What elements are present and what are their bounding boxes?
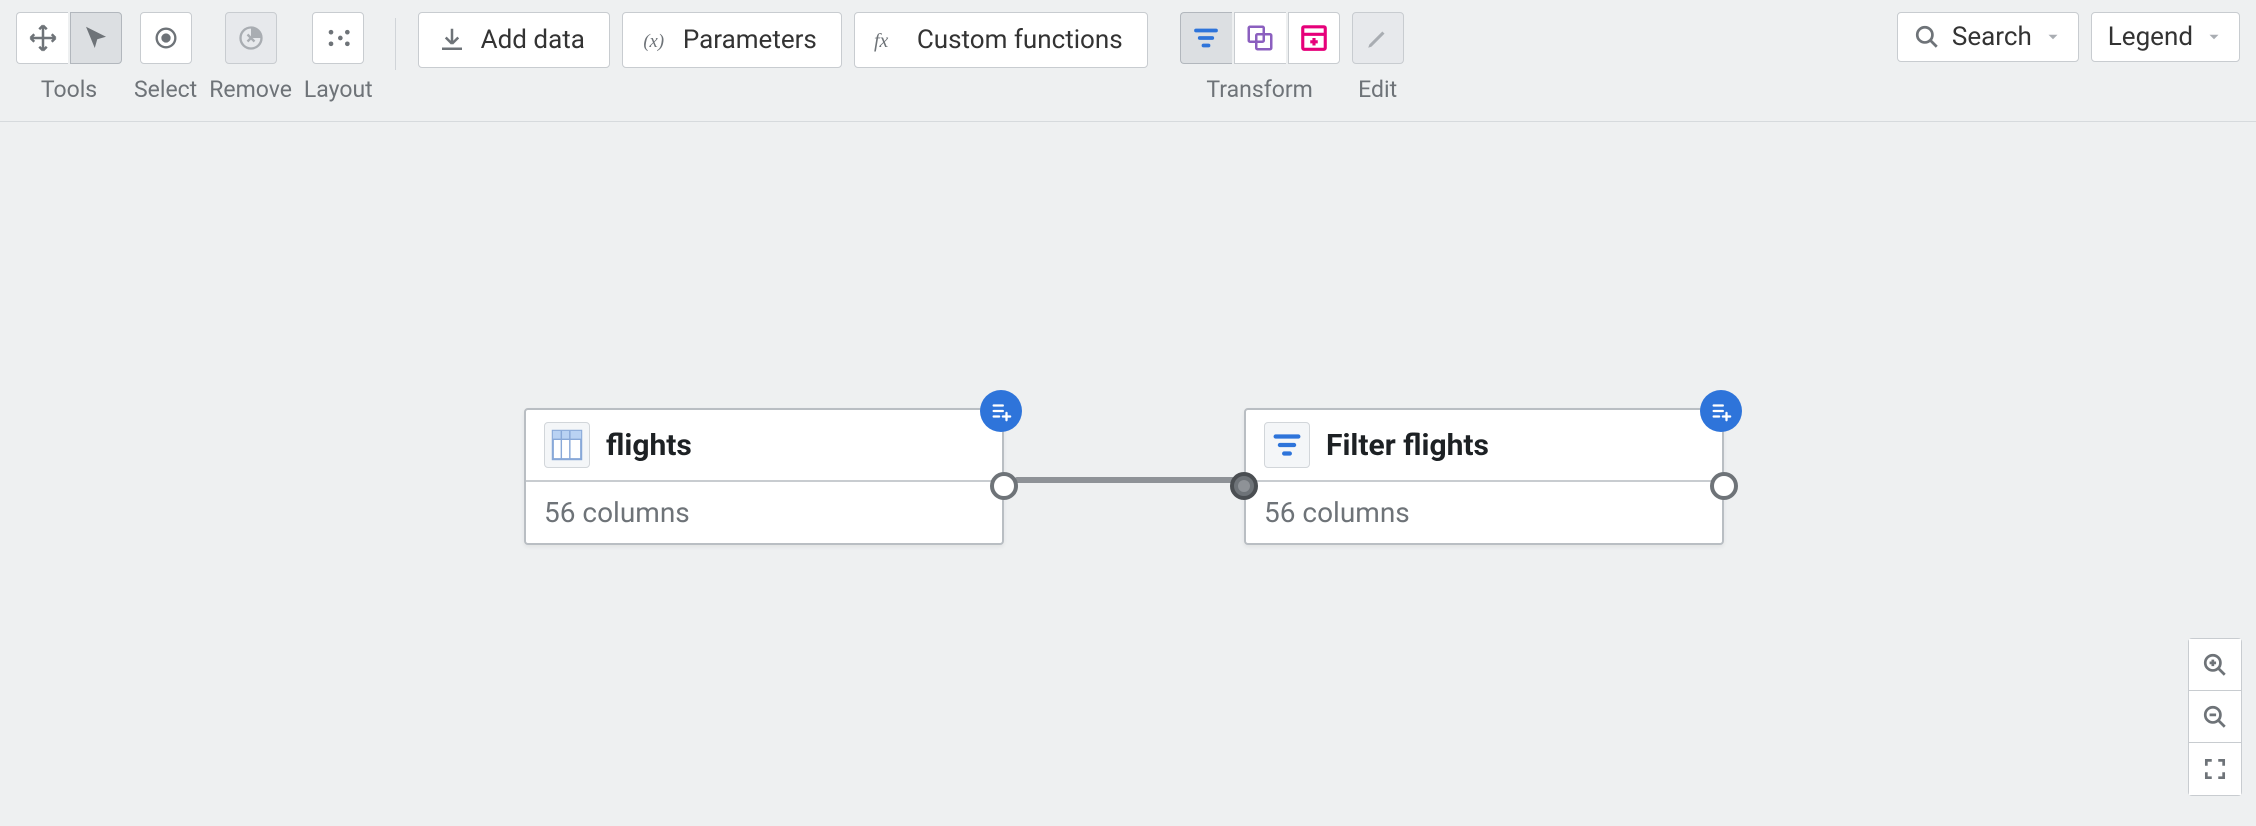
zoom-out-icon — [2202, 704, 2228, 730]
remove-label: Remove — [209, 76, 292, 103]
filter-icon — [1191, 23, 1221, 53]
node-flights-badge[interactable] — [980, 390, 1022, 432]
parameters-icon: (x) — [641, 26, 669, 54]
canvas[interactable]: flights 56 columns Filter flights 56 col… — [0, 122, 2256, 826]
zoom-controls — [2188, 638, 2242, 796]
custom-functions-button[interactable]: fx Custom functions — [854, 12, 1148, 68]
node-filter-flights-badge[interactable] — [1700, 390, 1742, 432]
edit-button[interactable] — [1352, 12, 1404, 64]
edit-label: Edit — [1358, 76, 1397, 103]
download-icon — [437, 25, 467, 55]
target-icon — [152, 24, 180, 52]
remove-button[interactable] — [225, 12, 277, 64]
remove-icon — [237, 24, 265, 52]
zoom-fit-button[interactable] — [2189, 743, 2241, 795]
pointer-tool-button[interactable] — [70, 12, 122, 64]
zoom-out-button[interactable] — [2189, 691, 2241, 743]
select-label: Select — [134, 76, 197, 103]
divider — [395, 18, 396, 70]
node-filter-flights-input-port[interactable] — [1230, 472, 1258, 500]
node-flights[interactable]: flights 56 columns — [524, 408, 1004, 545]
node-flights-header: flights — [526, 410, 1002, 482]
add-data-label: Add data — [481, 25, 585, 55]
filter-node-icon — [1264, 422, 1310, 468]
search-button[interactable]: Search — [1897, 12, 2079, 62]
move-tool-button[interactable] — [16, 12, 68, 64]
parameters-button[interactable]: (x) Parameters — [622, 12, 842, 68]
edge-flights-to-filter[interactable] — [1014, 477, 1239, 483]
list-plus-icon — [990, 400, 1012, 422]
svg-text:fx: fx — [874, 30, 889, 52]
remove-group: Remove — [209, 12, 292, 103]
fx-icon: fx — [873, 26, 903, 54]
fullscreen-icon — [2202, 756, 2228, 782]
parameters-label: Parameters — [683, 25, 817, 55]
table-plus-icon — [1299, 23, 1329, 53]
zoom-in-button[interactable] — [2189, 639, 2241, 691]
chevron-down-icon — [2205, 28, 2223, 46]
list-plus-icon — [1710, 400, 1732, 422]
legend-label: Legend — [2108, 22, 2193, 52]
node-flights-subtitle: 56 columns — [526, 482, 1002, 543]
tools-label: Tools — [41, 76, 97, 103]
custom-functions-label: Custom functions — [917, 25, 1123, 55]
filter-icon — [1270, 428, 1304, 462]
transform-filter-button[interactable] — [1180, 12, 1232, 64]
transform-add-button[interactable] — [1288, 12, 1340, 64]
legend-button[interactable]: Legend — [2091, 12, 2240, 62]
transform-join-button[interactable] — [1234, 12, 1286, 64]
select-button[interactable] — [140, 12, 192, 64]
node-filter-flights-title: Filter flights — [1326, 428, 1489, 463]
transform-group: Transform — [1180, 12, 1340, 103]
node-filter-flights-header: Filter flights — [1246, 410, 1722, 482]
layout-button[interactable] — [312, 12, 364, 64]
layout-icon — [324, 24, 352, 52]
transform-label: Transform — [1206, 76, 1312, 103]
tools-group: Tools — [16, 12, 122, 103]
node-flights-output-port[interactable] — [990, 472, 1018, 500]
table-icon — [544, 422, 590, 468]
edit-group: Edit — [1352, 12, 1404, 103]
join-icon — [1245, 23, 1275, 53]
search-label: Search — [1952, 22, 2032, 52]
node-filter-flights-subtitle: 56 columns — [1246, 482, 1722, 543]
select-group: Select — [134, 12, 197, 103]
zoom-in-icon — [2202, 652, 2228, 678]
chevron-down-icon — [2044, 28, 2062, 46]
svg-text:(x): (x) — [643, 31, 664, 52]
add-data-button[interactable]: Add data — [418, 12, 610, 68]
move-icon — [28, 23, 58, 53]
pointer-icon — [81, 23, 111, 53]
node-filter-flights-output-port[interactable] — [1710, 472, 1738, 500]
grid-icon — [550, 428, 584, 462]
node-flights-title: flights — [606, 428, 692, 463]
node-filter-flights[interactable]: Filter flights 56 columns — [1244, 408, 1724, 545]
layout-group: Layout — [304, 12, 373, 103]
pencil-icon — [1365, 25, 1391, 51]
layout-label: Layout — [304, 76, 373, 103]
toolbar: Tools Select Remove Layout — [0, 0, 2256, 122]
search-icon — [1914, 24, 1940, 50]
